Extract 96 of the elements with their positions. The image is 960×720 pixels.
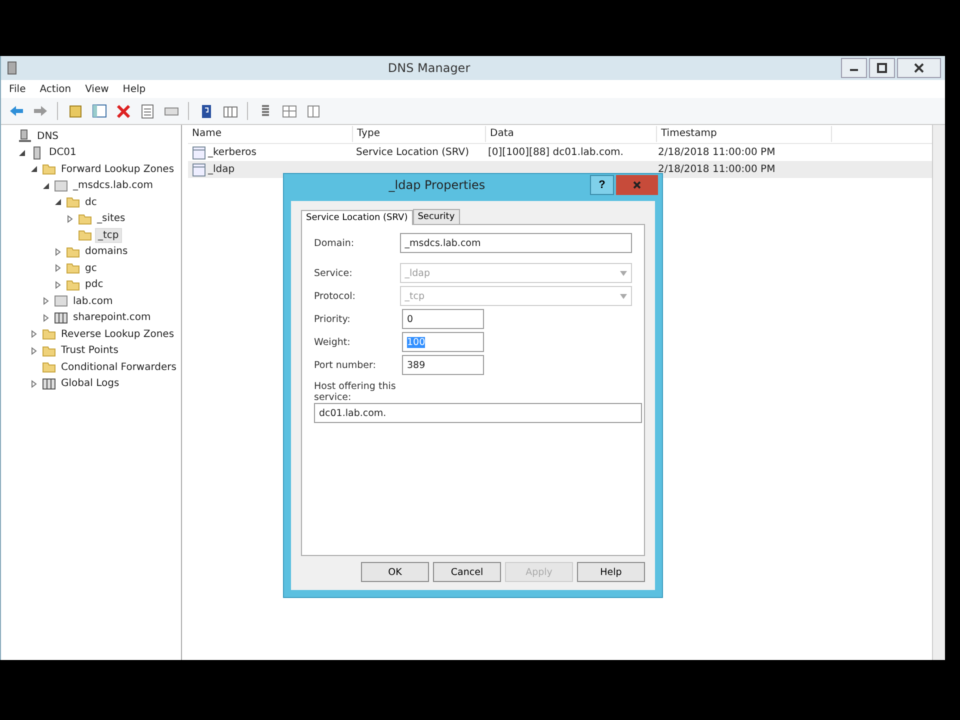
close-icon <box>633 181 641 189</box>
folder-icon <box>42 327 56 342</box>
expand-arrow-icon[interactable] <box>42 314 50 322</box>
table-icon <box>304 102 322 120</box>
book-icon <box>42 376 56 391</box>
expand-arrow-icon[interactable] <box>30 346 38 355</box>
tree-item[interactable]: DNS <box>35 130 61 143</box>
folder-icon <box>78 228 92 242</box>
dialog-button[interactable]: Help <box>577 562 645 582</box>
table-cell: _kerberos <box>208 147 256 158</box>
record-icon <box>192 146 206 160</box>
grid-icon <box>280 102 298 120</box>
maximize-icon <box>877 63 887 73</box>
menu-item[interactable]: View <box>85 84 109 94</box>
dialog-button[interactable]: OK <box>361 562 429 582</box>
collapse-arrow-icon[interactable] <box>30 165 38 174</box>
table-cell: 2/18/2018 11:00:00 PM <box>658 147 776 158</box>
input-field[interactable]: _msdcs.lab.com <box>400 233 632 253</box>
expand-arrow-icon[interactable] <box>30 330 38 338</box>
collapse-arrow-icon[interactable] <box>42 182 50 190</box>
folder-icon <box>66 261 80 276</box>
tree-item[interactable]: sharepoint.com <box>71 311 153 324</box>
table-cell: 2/18/2018 11:00:00 PM <box>658 164 776 175</box>
folder-icon <box>66 244 80 259</box>
tree-item[interactable]: _sites <box>95 212 128 226</box>
collapse-arrow-icon[interactable] <box>18 148 26 157</box>
caret-icon <box>620 270 627 276</box>
server-icon <box>7 61 17 75</box>
server-icon <box>18 129 32 144</box>
zone-icon <box>54 294 68 308</box>
dialog-button[interactable]: Cancel <box>433 562 501 582</box>
field-label: Protocol: <box>314 290 356 302</box>
pane-icon <box>90 102 108 120</box>
field-label: Service: <box>314 268 354 278</box>
expand-arrow-icon[interactable] <box>30 380 38 388</box>
list-row[interactable]: _kerberos Service Location (SRV) [0][100][88] dc01.lab.com. 2/18/2018 11:00:00 PM <box>188 144 932 161</box>
expand-arrow-icon[interactable] <box>54 280 62 289</box>
tree-item[interactable]: Forward Lookup Zones <box>59 162 176 176</box>
field-label: Weight: <box>314 336 352 348</box>
input-field[interactable]: 0 <box>402 309 484 329</box>
tree-item[interactable]: lab.com <box>71 294 115 308</box>
folder-icon <box>66 195 80 210</box>
field-label: Priority: <box>314 314 352 324</box>
column-header[interactable]: Data <box>486 126 657 142</box>
collapse-arrow-icon[interactable] <box>54 198 62 206</box>
close-icon <box>914 63 924 73</box>
expand-arrow-icon[interactable] <box>54 248 62 256</box>
tree-item[interactable]: gc <box>83 262 99 275</box>
minimize-button[interactable] <box>841 58 867 78</box>
menu-item[interactable]: File <box>9 84 26 94</box>
input-field[interactable]: 389 <box>402 355 484 375</box>
column-header[interactable]: Name <box>188 126 353 142</box>
book-icon <box>54 310 68 325</box>
zone-icon <box>54 178 68 193</box>
tab[interactable]: Service Location (SRV) <box>301 210 413 225</box>
tree-item[interactable]: Trust Points <box>59 344 120 358</box>
expand-arrow-icon[interactable] <box>54 264 62 272</box>
delete-icon <box>114 102 132 120</box>
folder-icon <box>42 360 56 374</box>
properties-icon <box>138 102 156 120</box>
record-icon <box>192 162 206 176</box>
close-button[interactable] <box>897 58 941 78</box>
tree-item[interactable]: Conditional Forwarders <box>59 360 178 374</box>
field-label: Port number: <box>314 360 377 370</box>
folder-icon <box>42 162 56 176</box>
tree-item[interactable]: dc <box>83 196 99 209</box>
column-header[interactable]: Timestamp <box>657 126 832 142</box>
field-label: Host offering this service: <box>314 381 397 403</box>
scroll-bar[interactable] <box>932 125 945 660</box>
caret-icon <box>620 294 627 298</box>
tree-item[interactable]: Reverse Lookup Zones <box>59 328 176 341</box>
tree-item[interactable]: _tcp <box>95 228 122 243</box>
folder-icon <box>78 212 92 226</box>
window-title: DNS Manager <box>386 61 472 75</box>
expand-arrow-icon[interactable] <box>42 297 50 306</box>
folder-icon <box>42 344 56 358</box>
column-header[interactable]: Type <box>353 126 486 142</box>
maximize-button[interactable] <box>869 58 895 78</box>
tree-item[interactable]: Global Logs <box>59 377 122 390</box>
input-field[interactable]: dc01.lab.com. <box>314 403 642 423</box>
folder-icon <box>66 278 80 292</box>
table-cell: Service Location (SRV) <box>356 147 470 158</box>
menu-item[interactable]: Action <box>40 84 72 94</box>
table-cell: _ldap <box>208 164 235 175</box>
tree-item[interactable]: pdc <box>83 278 106 292</box>
dialog-title: _ldap Properties <box>388 178 486 192</box>
tab[interactable]: Security <box>412 209 460 224</box>
menu-item[interactable]: Help <box>122 84 146 94</box>
field-label: Domain: <box>314 238 356 248</box>
tree-item[interactable]: domains <box>83 245 130 258</box>
help-button[interactable]: ? <box>590 175 614 195</box>
tree-item[interactable]: DC01 <box>47 146 78 160</box>
folder-icon <box>66 102 84 120</box>
tree-item[interactable]: _msdcs.lab.com <box>71 179 155 192</box>
expand-arrow-icon[interactable] <box>66 214 74 223</box>
table-cell: [0][100][88] dc01.lab.com. <box>488 147 624 158</box>
